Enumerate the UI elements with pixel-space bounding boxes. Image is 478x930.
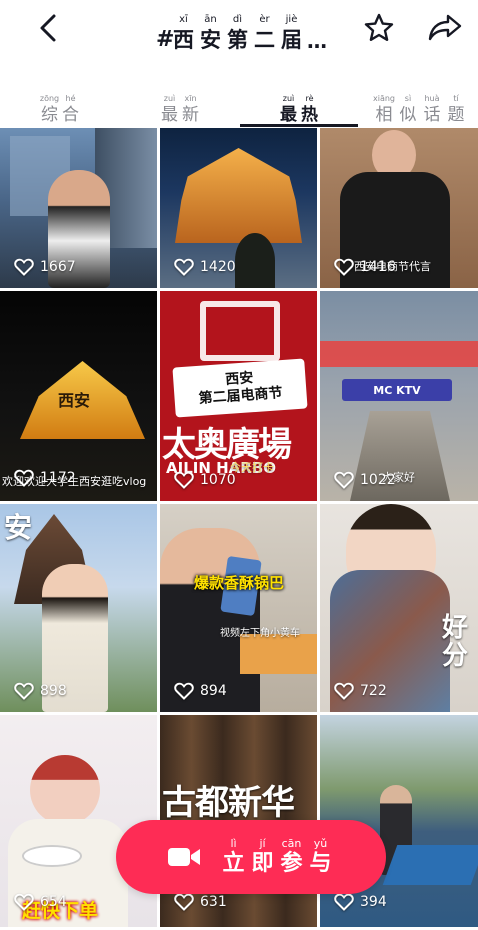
heart-outline-icon: [14, 682, 34, 700]
share-button[interactable]: [424, 8, 466, 48]
top-bar: # xī 西 ān 安 dì 第 èr 二 jiè 届 …: [0, 0, 478, 62]
video-thumbnail[interactable]: 赶快下单 654: [0, 715, 157, 927]
title-char: xī 西: [173, 14, 194, 52]
video-caption: 爆款香酥锅巴: [194, 574, 285, 592]
person-head: [30, 755, 100, 825]
like-count: 1022: [334, 471, 396, 489]
heart-outline-icon: [14, 469, 34, 487]
video-sign-text: 好 分: [442, 613, 469, 671]
store-banner: [320, 341, 478, 367]
video-camera-icon: [168, 848, 200, 866]
video-sign-text: MC KTV: [373, 383, 421, 397]
tree-shape: [235, 233, 275, 288]
title-char: èr 二: [254, 14, 275, 52]
tab-comprehensive[interactable]: zōng 综 hé 合: [20, 76, 100, 126]
event-banner: 西安 第二届电商节: [172, 358, 308, 418]
video-thumbnail[interactable]: 西安 第二届电商节 太奥廣場 AILIN HARBO 今天打卡 1070: [160, 291, 317, 501]
heart-outline-icon: [14, 258, 34, 276]
like-count: 894: [174, 682, 227, 700]
chevron-left-icon: [40, 14, 56, 42]
active-tab-indicator: [240, 124, 358, 127]
heart-outline-icon: [174, 893, 194, 911]
heart-outline-icon: [174, 682, 194, 700]
video-thumbnail[interactable]: 西安 欢迎欢迎大学生西安逛吃vlog 1172: [0, 291, 157, 501]
like-count: 394: [334, 893, 387, 911]
title-char: ān 安: [200, 14, 221, 52]
heart-outline-icon: [334, 258, 354, 276]
video-thumbnail[interactable]: 西安电商节代言 1416: [320, 128, 478, 288]
tab-similar-topics[interactable]: xiāng 相 sì 似 huà 话 tí 题: [370, 76, 470, 126]
share-arrow-icon: [428, 14, 462, 41]
heart-outline-icon: [14, 893, 34, 911]
heart-outline-icon: [334, 893, 354, 911]
video-thumbnail[interactable]: 1420: [160, 128, 317, 288]
like-count: 1420: [174, 258, 236, 276]
favorite-button[interactable]: [358, 8, 400, 48]
like-count: 1667: [14, 258, 76, 276]
heart-outline-icon: [174, 471, 194, 489]
participate-button[interactable]: lì 立 jí 即 cān 参 yǔ 与: [116, 820, 386, 894]
page-title: # xī 西 ān 安 dì 第 èr 二 jiè 届 …: [156, 4, 327, 54]
video-sign-text: 西安: [58, 391, 91, 410]
video-thumbnail[interactable]: 爆款香酥锅巴 视频左下角小黄车 894: [160, 504, 317, 712]
brand-logo-shape: [200, 301, 280, 361]
pingpong-table: [382, 845, 478, 885]
like-count: 1070: [174, 471, 236, 489]
like-count: 898: [14, 682, 67, 700]
banner-line2: 第二届电商节: [198, 385, 284, 407]
ktv-sign: MC KTV: [342, 379, 452, 401]
tab-latest[interactable]: zuì 最 xīn 新: [140, 76, 220, 126]
like-count: 631: [174, 893, 227, 911]
tab-hottest[interactable]: zuì 最 rè 热: [259, 76, 339, 126]
hashtag-symbol: #: [156, 27, 175, 52]
like-count: 654: [14, 893, 67, 911]
video-sign-text: 安: [4, 511, 33, 544]
video-thumbnail[interactable]: MC KTV 大家好 1022: [320, 291, 478, 501]
snack-box: [240, 634, 317, 674]
video-thumbnail[interactable]: 安 898: [0, 504, 157, 712]
like-count: 722: [334, 682, 387, 700]
video-overlay-text: 今天打卡: [230, 461, 274, 474]
heart-outline-icon: [334, 682, 354, 700]
video-overlay-text: 视频左下角小黄车: [220, 628, 300, 639]
video-sign-text: 古都新华: [162, 783, 295, 823]
star-outline-icon: [364, 13, 394, 41]
plate-shape: [22, 845, 82, 867]
like-count: 1172: [14, 469, 76, 487]
heart-outline-icon: [174, 258, 194, 276]
title-char: jiè 届: [281, 14, 302, 52]
back-button[interactable]: [28, 8, 68, 48]
video-thumbnail[interactable]: 好 分 722: [320, 504, 478, 712]
banner-line1: 西安: [224, 370, 254, 388]
like-count: 1416: [334, 258, 396, 276]
video-grid: 1667 1420 西安电商节代言 1416 西安 欢迎欢迎大学生西安逛吃vlo…: [0, 128, 478, 930]
video-thumbnail[interactable]: 1667: [0, 128, 157, 288]
bell-tower-shape: [175, 148, 302, 243]
heart-outline-icon: [334, 471, 354, 489]
tab-bar: zōng 综 hé 合 zuì 最 xīn 新 zuì 最 rè 热 xiāng 相 sì 似 …: [0, 76, 478, 128]
title-char: dì 第: [227, 14, 248, 52]
title-ellipsis: …: [307, 29, 327, 53]
